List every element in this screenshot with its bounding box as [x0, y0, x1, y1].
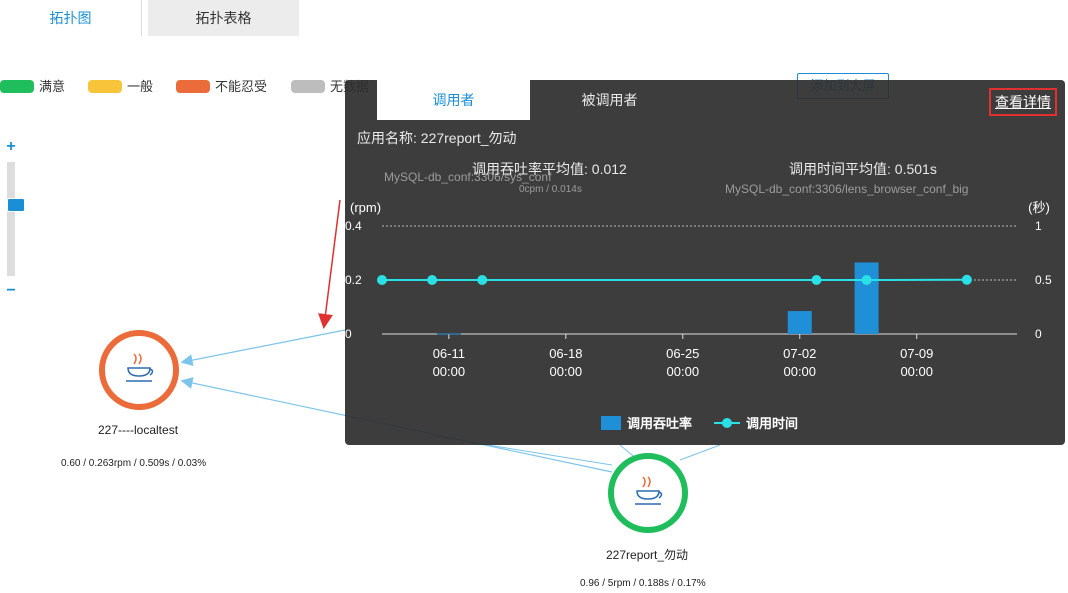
tab-callers[interactable]: 调用者 [377, 80, 530, 120]
x-tick-time: 00:00 [667, 364, 700, 379]
throughput-bar [854, 262, 879, 334]
node-stats-localtest: 0.60 / 0.263rpm / 0.509s / 0.03% [61, 458, 207, 469]
x-tick-date: 07-09 [900, 346, 933, 361]
node-name-227report: 227report_勿动 [606, 548, 689, 562]
node-localtest[interactable] [99, 330, 179, 410]
response-time-point [377, 275, 387, 285]
x-tick-time: 00:00 [433, 364, 466, 379]
background-node-label: MySQL-db_conf:3306/lens_browser_conf_big [725, 182, 969, 196]
x-tick-date: 06-11 [433, 346, 465, 361]
x-tick-date: 07-02 [783, 346, 816, 361]
left-tick-label: 0.4 [345, 219, 362, 233]
right-tick-label: 0 [1035, 327, 1042, 341]
x-tick-date: 06-25 [666, 346, 699, 361]
response-time-point [477, 275, 488, 285]
background-node-label: MySQL-db_conf:3306/sys_conf [384, 170, 552, 184]
x-tick-time: 00:00 [550, 364, 583, 379]
response-time-point [811, 275, 822, 285]
chart-legend: 调用吞吐率 调用时间 [601, 413, 798, 432]
bar-series-swatch [601, 416, 621, 430]
app-name: 应用名称: 227report_勿动 [357, 130, 517, 146]
legend-time[interactable]: 调用时间 [746, 416, 798, 431]
x-tick-time: 00:00 [900, 364, 933, 379]
node-stats-227report: 0.96 / 5rpm / 0.188s / 0.17% [580, 578, 706, 589]
tab-callees[interactable]: 被调用者 [533, 80, 686, 120]
right-axis-label: (秒) [1028, 200, 1050, 215]
line-series-swatch [714, 416, 741, 430]
node-detail-popup: 调用者 被调用者 查看详情 应用名称: 227report_勿动 调用吞吐率平均… [345, 80, 1065, 445]
edge-line[interactable] [679, 444, 721, 461]
view-details-link[interactable]: 查看详情 [989, 88, 1057, 116]
x-tick-date: 06-18 [549, 346, 582, 361]
annotation-arrow [318, 199, 341, 329]
throughput-bar [436, 333, 461, 335]
background-node-stat: 0cpm / 0.014s [519, 184, 582, 195]
node-227report[interactable] [608, 453, 688, 533]
right-tick-label: 1 [1035, 219, 1042, 233]
throughput-bar [787, 311, 812, 334]
edge-line[interactable] [180, 329, 346, 367]
right-tick-label: 0.5 [1035, 273, 1052, 287]
response-time-point [961, 274, 972, 285]
left-axis-label: (rpm) [350, 200, 381, 215]
node-name-localtest: 227----localtest [98, 423, 179, 437]
left-tick-label: 0.2 [345, 273, 362, 287]
left-tick-label: 0 [345, 327, 352, 341]
avg-response-time: 调用时间平均值: 0.501s [789, 161, 937, 177]
response-time-point [861, 275, 872, 285]
legend-throughput[interactable]: 调用吞吐率 [627, 416, 692, 431]
throughput-time-chart: (rpm) (秒) 0.4 0.2 0 1 0.5 0 06-11 00:00 06-18 00:00… [345, 200, 1052, 379]
response-time-point [427, 275, 438, 285]
x-tick-time: 00:00 [783, 364, 816, 379]
